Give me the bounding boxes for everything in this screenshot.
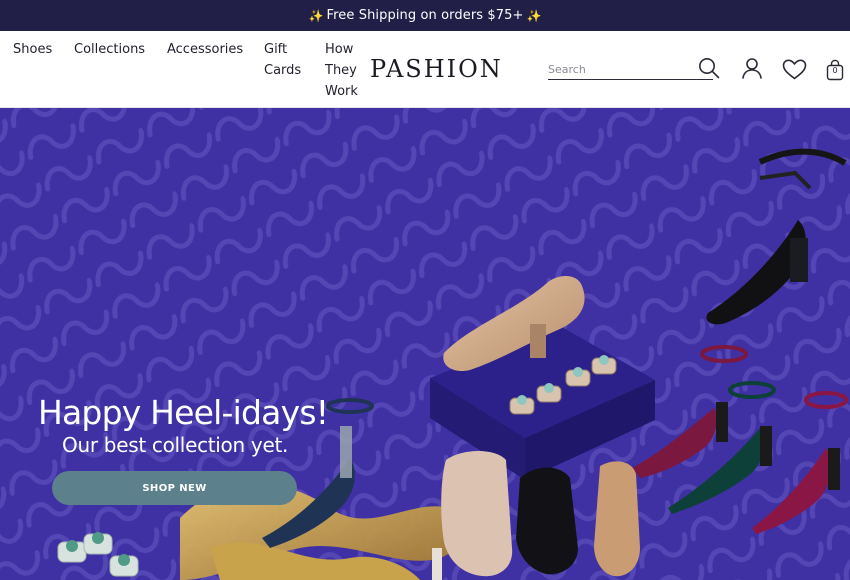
sparkle-icon: ✨ (526, 8, 542, 23)
nav-collections[interactable]: Collections (74, 39, 145, 60)
nav-how-line2: They (325, 63, 357, 78)
hero-title: Happy Heel-idays! (38, 393, 329, 432)
user-icon[interactable] (741, 57, 763, 83)
nav-gift-cards[interactable]: Gift Cards (264, 39, 301, 81)
heart-icon[interactable] (782, 59, 807, 84)
shop-new-button[interactable]: SHOP NEW (52, 471, 297, 505)
search-icon[interactable] (698, 57, 720, 83)
promo-bar: ✨ Free Shipping on orders $75+ ✨ (0, 0, 850, 31)
nav-shoes[interactable]: Shoes (13, 39, 52, 60)
nav-accessories[interactable]: Accessories (167, 39, 243, 60)
nav-gift-cards-line1: Gift (264, 42, 288, 57)
shopping-bag-icon[interactable]: 0 (826, 59, 844, 81)
site-header: Shoes Collections Accessories Gift Cards… (0, 31, 850, 108)
hero-background-art (0, 108, 850, 580)
nav-how-they-work[interactable]: How They Work (325, 39, 358, 102)
sparkle-icon: ✨ (308, 8, 324, 23)
search-field (548, 58, 713, 80)
brand-logo[interactable]: PASHION (370, 55, 503, 83)
nav-how-line1: How (325, 42, 354, 57)
hero-subtitle: Our best collection yet. (62, 433, 289, 457)
nav-how-line3: Work (325, 84, 358, 99)
nav-gift-cards-line2: Cards (264, 63, 302, 78)
search-input[interactable] (548, 59, 688, 80)
hero-banner: Happy Heel-idays! Our best collection ye… (0, 108, 850, 580)
cart-count: 0 (832, 66, 838, 75)
promo-text: Free Shipping on orders $75+ (326, 8, 524, 23)
